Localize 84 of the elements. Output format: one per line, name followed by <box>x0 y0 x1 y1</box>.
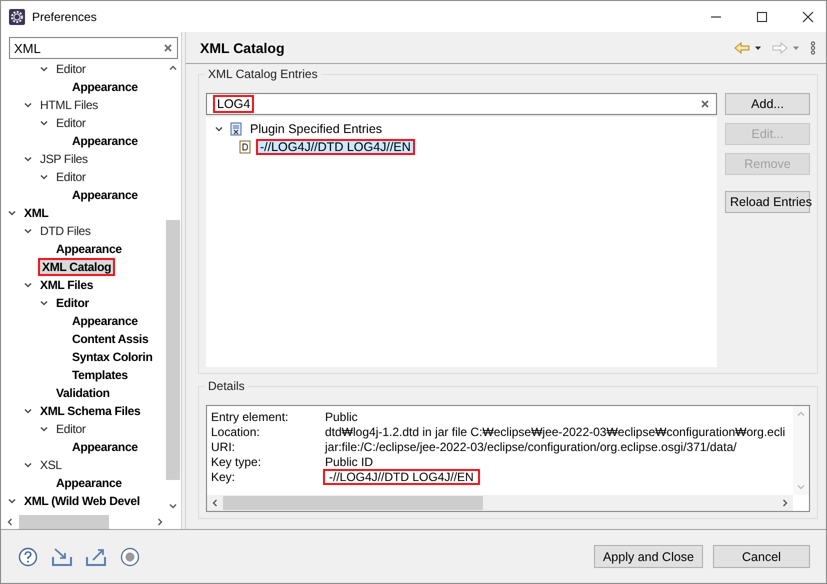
export-icon[interactable] <box>85 546 107 566</box>
tree-item[interactable]: Editor <box>54 295 91 311</box>
chevron-icon[interactable] <box>7 496 17 506</box>
scroll-down-icon[interactable] <box>168 501 178 511</box>
dialog-button[interactable]: Cancel <box>713 545 810 568</box>
tree-item[interactable]: Appearance <box>70 79 140 95</box>
chevron-icon[interactable] <box>7 208 17 218</box>
filter-field[interactable]: LOG4 <box>206 93 717 115</box>
tree-item[interactable]: Editor <box>54 421 88 437</box>
filter-field[interactable]: XML <box>9 37 178 59</box>
action-button[interactable]: Reload Entries <box>725 191 810 213</box>
window-title: Preferences <box>32 10 97 24</box>
tree-item[interactable]: XML Schema Files <box>38 403 142 419</box>
scroll-right-icon[interactable] <box>780 498 790 508</box>
maximize-icon[interactable] <box>756 10 768 22</box>
tree-item[interactable]: XML (Wild Web Devel <box>22 493 142 509</box>
dialog-button[interactable]: Apply and Close <box>594 545 703 568</box>
action-button[interactable]: Add... <box>725 93 810 115</box>
scroll-left-icon[interactable] <box>210 498 220 508</box>
tree-item[interactable]: Content Assis <box>70 331 150 347</box>
tree-item[interactable]: Validation <box>54 385 112 401</box>
detail-value: -//LOG4J//DTD LOG4J//EN <box>323 468 480 484</box>
chevron-icon[interactable] <box>23 226 33 236</box>
detail-value: Public ID <box>324 454 374 468</box>
dtd-file-icon <box>238 140 252 154</box>
chevron-icon[interactable] <box>39 64 49 74</box>
clear-icon[interactable] <box>163 43 173 53</box>
chevron-icon[interactable] <box>23 280 33 290</box>
dropdown-icon[interactable] <box>754 44 762 52</box>
scrollbar-thumb[interactable] <box>19 514 109 528</box>
tree-item[interactable]: Appearance <box>70 187 140 203</box>
chevron-icon[interactable] <box>23 154 33 164</box>
tree-item[interactable]: Editor <box>54 61 88 77</box>
tree-item[interactable]: Editor <box>54 115 88 131</box>
close-icon[interactable] <box>802 10 814 22</box>
tree-item[interactable]: Appearance <box>70 439 140 455</box>
detail-value: jar:file:/C:/eclipse/jee-2022-03/eclipse/configuration/org.eclipse.osgi/371/data/ <box>324 440 738 454</box>
detail-label: Entry element: <box>211 410 290 424</box>
tree-item[interactable]: DTD Files <box>38 223 93 239</box>
group-label: XML Catalog Entries <box>205 67 321 81</box>
entry-item[interactable]: Plugin Specified Entries <box>247 121 386 137</box>
detail-label: URI: <box>211 440 236 454</box>
tree-item[interactable]: XSL <box>38 457 64 473</box>
menu-icon[interactable] <box>810 40 816 54</box>
chevron-icon[interactable] <box>214 124 224 134</box>
app-icon <box>9 8 25 24</box>
scroll-left-icon[interactable] <box>5 516 15 526</box>
detail-value: dtd₩log4j-1.2.dtd in jar file C:₩eclipse₩jee-2022-03₩eclipse₩configuration₩org.ecli <box>324 424 786 438</box>
detail-label: Key: <box>211 470 236 484</box>
scrollbar-thumb[interactable] <box>223 496 483 510</box>
tree-item[interactable]: HTML Files <box>38 97 100 113</box>
chevron-icon[interactable] <box>23 406 33 416</box>
chevron-icon[interactable] <box>39 118 49 128</box>
record-icon[interactable] <box>119 546 141 566</box>
tree-item[interactable]: XML <box>22 205 50 221</box>
filter-text: XML <box>14 40 41 56</box>
clear-icon[interactable] <box>700 99 710 109</box>
tree-item[interactable]: Appearance <box>54 241 124 257</box>
tree-item[interactable]: XML Files <box>38 277 96 293</box>
page-title: XML Catalog <box>200 40 285 56</box>
tree-item[interactable]: JSP Files <box>38 151 90 167</box>
import-icon[interactable] <box>51 546 73 566</box>
tree-item[interactable]: Appearance <box>54 475 124 491</box>
chevron-icon[interactable] <box>39 424 49 434</box>
group-label: Details <box>205 379 248 393</box>
tree-item[interactable]: Syntax Colorin <box>70 349 154 365</box>
chevron-icon[interactable] <box>23 100 33 110</box>
chevron-icon[interactable] <box>23 460 33 470</box>
chevron-icon[interactable] <box>39 172 49 182</box>
filter-text: LOG4 <box>213 95 254 113</box>
tree-item[interactable]: Appearance <box>70 313 140 329</box>
catalog-icon <box>229 122 243 136</box>
scroll-right-icon[interactable] <box>155 516 165 526</box>
detail-value: Public <box>324 410 359 424</box>
tree-item[interactable]: Templates <box>70 367 130 383</box>
tree-item[interactable]: XML Catalog <box>38 258 116 276</box>
tree-item[interactable]: Appearance <box>70 133 140 149</box>
chevron-icon[interactable] <box>39 298 49 308</box>
detail-label: Location: <box>211 424 261 438</box>
tree-item[interactable]: Editor <box>54 169 88 185</box>
entry-item[interactable]: -//LOG4J//DTD LOG4J//EN <box>256 139 415 155</box>
detail-label: Key type: <box>211 454 262 468</box>
help-icon[interactable] <box>17 546 39 566</box>
scrollbar-thumb[interactable] <box>166 220 180 480</box>
